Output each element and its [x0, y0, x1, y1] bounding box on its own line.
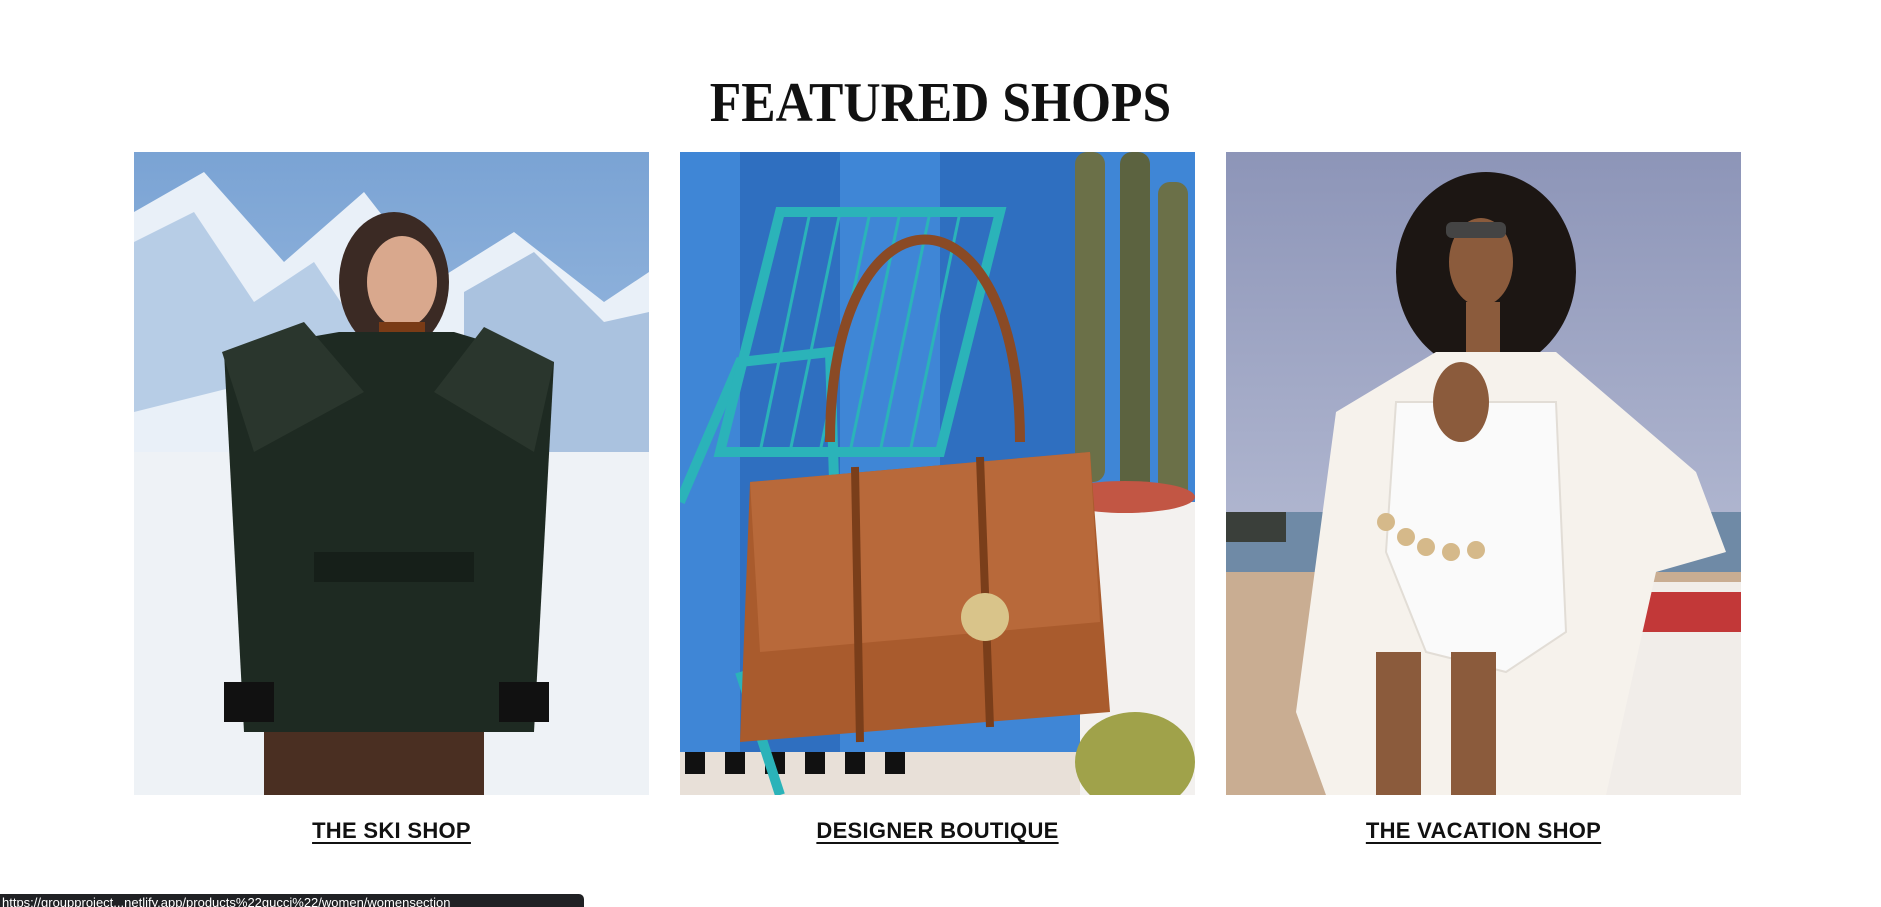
browser-status-url: https://groupproject...netlify.app/produ… [0, 894, 584, 907]
shop-image-vacation[interactable] [1226, 152, 1741, 795]
shop-image-ski[interactable] [134, 152, 649, 795]
shop-image-designer[interactable] [680, 152, 1195, 795]
shop-card-designer[interactable]: DESIGNER BOUTIQUE [680, 152, 1195, 852]
shop-card-vacation[interactable]: THE VACATION SHOP [1226, 152, 1741, 852]
shop-label-ski[interactable]: THE SKI SHOP [134, 818, 649, 844]
ski-shop-photo [134, 152, 649, 795]
shop-label-vacation[interactable]: THE VACATION SHOP [1226, 818, 1741, 844]
section-title: FEATURED SHOPS [709, 72, 1172, 134]
shop-label-designer[interactable]: DESIGNER BOUTIQUE [680, 818, 1195, 844]
shop-card-ski[interactable]: THE SKI SHOP [134, 152, 649, 852]
featured-shops-page: FEATURED SHOPS THE SKI SHOP DESIGNER BOU… [0, 0, 1881, 907]
designer-boutique-photo [680, 152, 1195, 795]
vacation-shop-photo [1226, 152, 1741, 795]
